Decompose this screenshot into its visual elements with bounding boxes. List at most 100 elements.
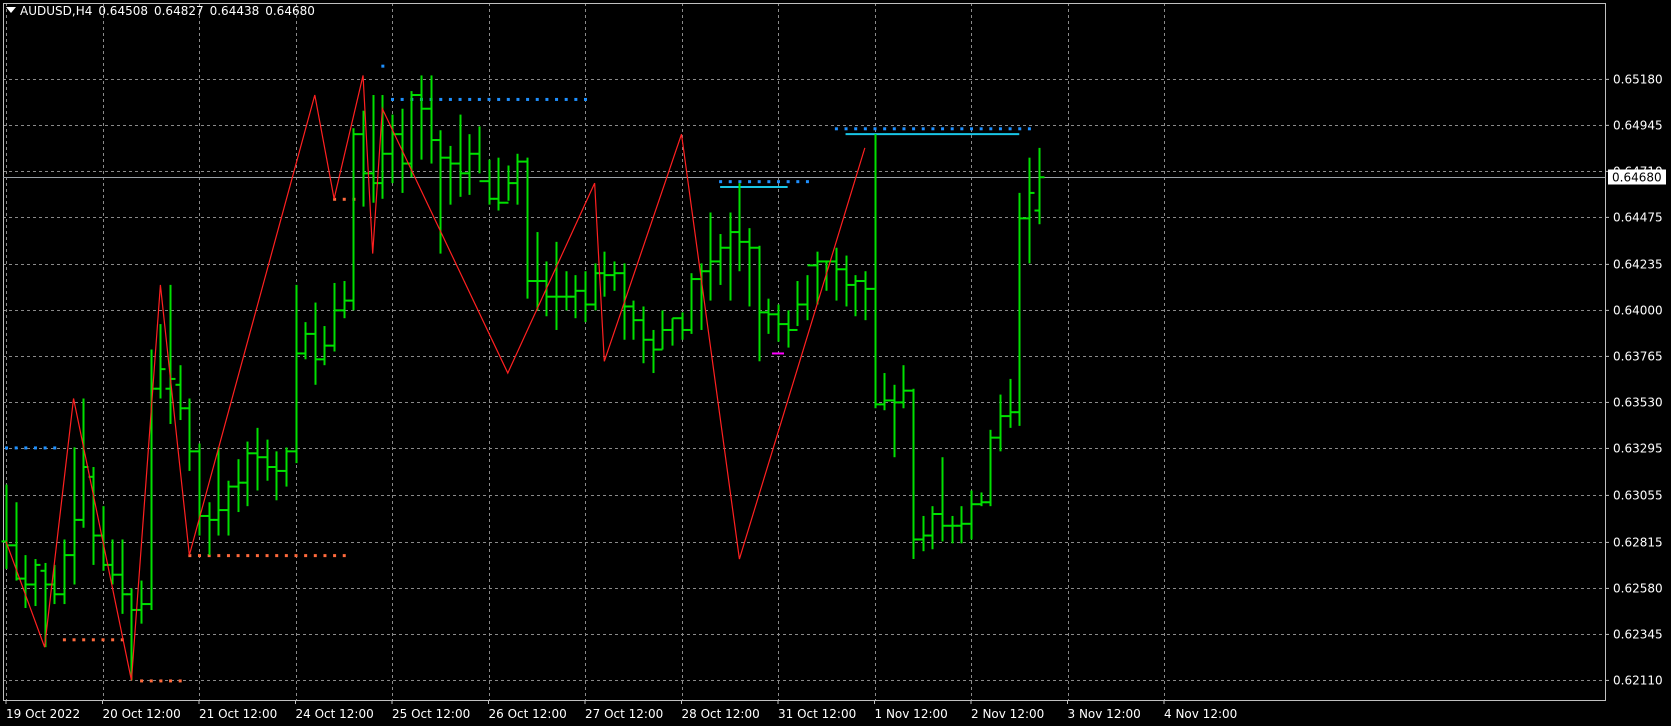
resistance-dot xyxy=(796,180,800,184)
resistance-dot xyxy=(998,127,1002,131)
x-tick-label: 27 Oct 12:00 xyxy=(585,707,663,721)
close-value: 0.64680 xyxy=(265,4,315,18)
support-dot xyxy=(159,679,163,683)
resistance-dot xyxy=(873,127,877,131)
x-tick-label: 24 Oct 12:00 xyxy=(296,707,374,721)
symbol-label: AUDUSD,H4 xyxy=(20,4,93,18)
resistance-dot xyxy=(863,127,867,131)
x-tick-label: 31 Oct 12:00 xyxy=(778,707,856,721)
resistance-dot xyxy=(748,180,752,184)
x-tick-label: 28 Oct 12:00 xyxy=(682,707,760,721)
support-dot xyxy=(217,554,221,558)
support-dot xyxy=(62,638,66,642)
resistance-dot xyxy=(391,97,394,101)
support-dot xyxy=(198,554,201,558)
support-dot xyxy=(323,554,327,558)
support-dot xyxy=(91,638,95,642)
support-dot xyxy=(101,638,105,642)
resistance-dot xyxy=(728,180,732,184)
resistance-dot xyxy=(43,446,47,450)
resistance-dot xyxy=(487,97,491,101)
resistance-dot xyxy=(24,446,28,450)
support-dot xyxy=(284,554,288,558)
support-dot xyxy=(265,554,269,558)
x-tick-label: 26 Oct 12:00 xyxy=(489,707,567,721)
resistance-dot xyxy=(448,97,452,101)
price-chart[interactable]: 0.651800.649450.647100.644750.642350.640… xyxy=(0,0,1671,726)
support-dot xyxy=(226,554,230,558)
resistance-dot xyxy=(757,180,761,184)
resistance-dot xyxy=(777,180,780,184)
support-dot xyxy=(178,679,182,683)
support-dot xyxy=(82,638,86,642)
y-tick-label: 0.63530 xyxy=(1613,395,1663,409)
resistance-dot xyxy=(535,97,539,101)
chart-header: AUDUSD,H4 0.64508 0.64827 0.64438 0.64680 xyxy=(6,4,321,18)
y-tick-label: 0.64235 xyxy=(1613,257,1663,271)
resistance-dot xyxy=(931,127,935,131)
support-dot xyxy=(313,554,317,558)
resistance-dot xyxy=(844,127,848,131)
support-dot xyxy=(140,679,144,683)
y-tick-label: 0.64475 xyxy=(1613,210,1663,224)
open-value: 0.64508 xyxy=(98,4,148,18)
current-price-tag: 0.64680 xyxy=(1608,169,1666,185)
resistance-dot xyxy=(892,127,896,131)
x-tick-label: 1 Nov 12:00 xyxy=(875,707,948,721)
resistance-dot xyxy=(400,97,404,101)
x-tick-label: 19 Oct 2022 xyxy=(6,707,80,721)
support-dot xyxy=(294,554,298,558)
y-tick-label: 0.62580 xyxy=(1613,581,1663,595)
resistance-dot xyxy=(805,180,809,184)
support-dot xyxy=(333,554,337,558)
resistance-dot xyxy=(883,127,887,131)
support-dot xyxy=(342,554,346,558)
resistance-dot xyxy=(902,127,906,131)
low-value: 0.64438 xyxy=(209,4,260,18)
support-dot xyxy=(246,554,250,558)
support-dot xyxy=(169,679,173,683)
support-dot xyxy=(236,554,240,558)
y-tick-label: 0.64945 xyxy=(1613,118,1663,132)
x-tick-label: 3 Nov 12:00 xyxy=(1068,707,1141,721)
support-dot xyxy=(255,554,259,558)
y-tick-label: 0.62345 xyxy=(1613,627,1663,641)
resistance-dot xyxy=(14,446,18,450)
y-tick-label: 0.62815 xyxy=(1613,535,1663,549)
y-tick-label: 0.62110 xyxy=(1613,673,1663,687)
support-dot xyxy=(149,679,153,683)
y-tick-label: 0.63765 xyxy=(1613,349,1663,363)
x-tick-label: 25 Oct 12:00 xyxy=(392,707,470,721)
resistance-dot xyxy=(53,446,57,450)
resistance-dot xyxy=(1027,127,1031,131)
resistance-dot xyxy=(921,127,925,131)
resistance-dot xyxy=(719,180,723,184)
x-tick-label: 20 Oct 12:00 xyxy=(103,707,181,721)
resistance-dot xyxy=(1018,127,1022,131)
resistance-dot xyxy=(767,180,771,184)
resistance-dot xyxy=(468,97,472,101)
y-tick-label: 0.65180 xyxy=(1613,72,1663,86)
resistance-dot xyxy=(526,97,530,101)
resistance-dot xyxy=(738,180,742,184)
resistance-dot xyxy=(555,97,559,101)
high-value: 0.64827 xyxy=(153,4,204,18)
support-dot xyxy=(304,554,308,558)
resistance-dot xyxy=(960,127,964,131)
resistance-dot xyxy=(970,127,973,131)
y-tick-label: 0.64000 xyxy=(1613,303,1663,317)
resistance-dot xyxy=(33,446,37,450)
chart-background xyxy=(0,0,1671,726)
resistance-dot xyxy=(912,127,916,131)
resistance-dot xyxy=(834,127,838,131)
resistance-dot xyxy=(574,97,578,101)
resistance-dot xyxy=(989,127,993,131)
y-tick-label: 0.63295 xyxy=(1613,441,1663,455)
resistance-dot xyxy=(381,64,385,68)
resistance-dot xyxy=(516,97,520,101)
y-tick-label: 0.63055 xyxy=(1613,488,1663,502)
dropdown-triangle-icon[interactable] xyxy=(6,7,16,13)
resistance-dot xyxy=(5,446,8,450)
resistance-dot xyxy=(564,97,568,101)
resistance-dot xyxy=(950,127,954,131)
